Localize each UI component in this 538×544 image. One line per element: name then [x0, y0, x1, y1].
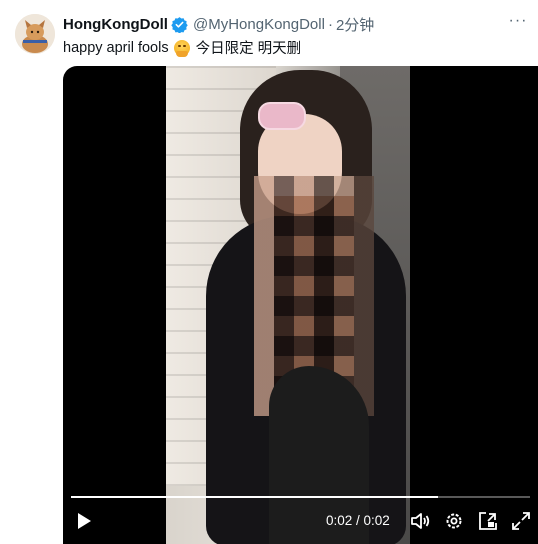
avatar[interactable]: [15, 14, 55, 54]
tweet-text: happy april fools 今日限定 明天删: [63, 37, 301, 58]
pip-icon[interactable]: [477, 510, 499, 532]
tweet-text-part-2: 今日限定 明天删: [195, 41, 302, 57]
tweet-text-part-1: happy april fools: [63, 39, 169, 56]
display-name[interactable]: HongKongDoll: [63, 16, 168, 33]
settings-icon[interactable]: [443, 510, 465, 532]
user-handle[interactable]: @MyHongKongDoll: [193, 16, 325, 33]
video-controls: 0:02 / 0:02: [63, 500, 538, 544]
progress-bar-fill: [71, 496, 439, 498]
video-frame: [166, 66, 410, 544]
verified-badge-icon: [171, 16, 188, 33]
post-time[interactable]: 2分钟: [336, 14, 374, 35]
progress-bar[interactable]: [71, 496, 530, 498]
play-icon[interactable]: [73, 510, 95, 532]
face-with-hand-over-mouth-icon: [173, 39, 190, 57]
separator-dot: ·: [327, 15, 333, 33]
time-display: 0:02 / 0:02: [326, 513, 390, 528]
avatar-image: [15, 14, 55, 54]
more-options-icon[interactable]: ···: [506, 13, 530, 34]
tweet-header: HongKongDoll @MyHongKongDoll · 2分钟: [63, 14, 374, 34]
fullscreen-icon[interactable]: [510, 510, 532, 532]
video-player[interactable]: 0:02 / 0:02: [63, 66, 538, 544]
volume-icon[interactable]: [409, 510, 431, 532]
